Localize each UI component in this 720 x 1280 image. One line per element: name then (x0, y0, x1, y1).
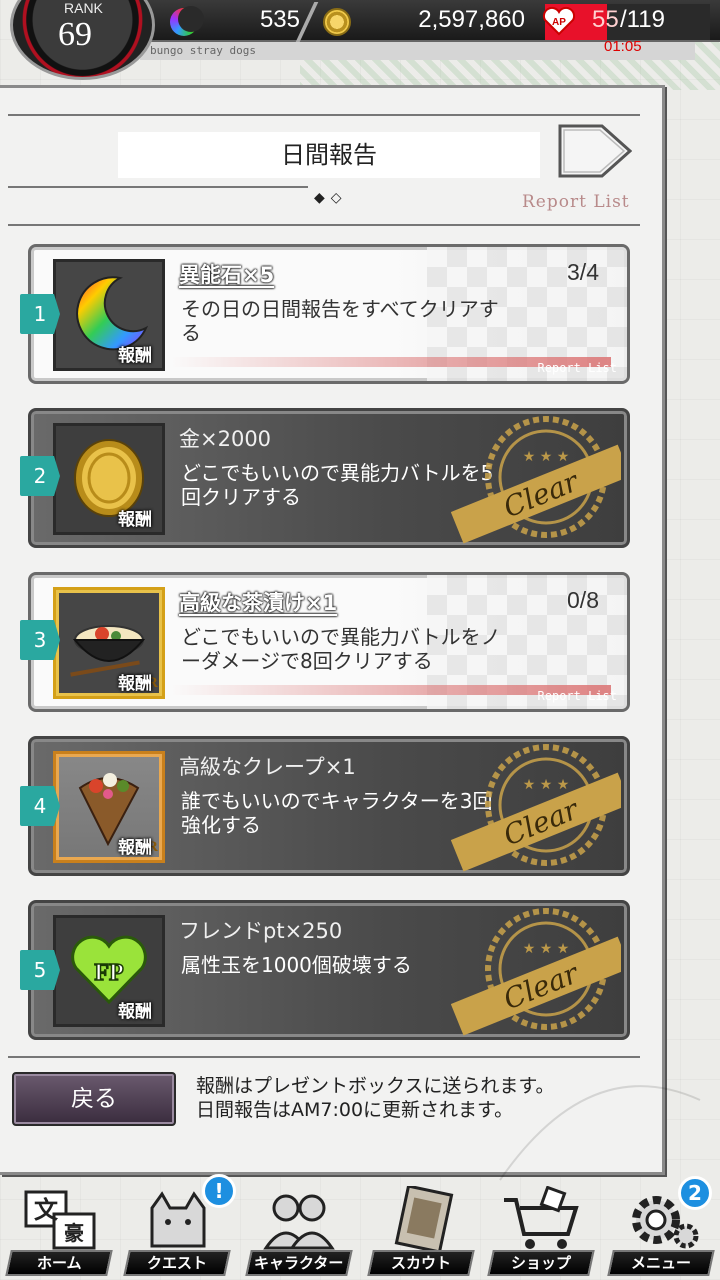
svg-text:豪: 豪 (64, 1221, 84, 1245)
nav-label: ショップ (487, 1250, 595, 1276)
reward-frame: 報酬 (53, 259, 165, 371)
characters-icon (263, 1194, 335, 1250)
card-report-list-label: Report List (537, 361, 617, 375)
nav-label: スカウト (367, 1250, 475, 1276)
reward-label: 報酬 (118, 838, 152, 858)
game-tag: bungo stray dogs (150, 44, 256, 57)
reward-frame: SR 報酬 (53, 587, 165, 699)
nav-scout[interactable]: スカウト (366, 1180, 476, 1280)
svg-text:★ ★ ★: ★ ★ ★ (523, 777, 570, 793)
rank-label: RANK (64, 0, 103, 16)
svg-text:★ ★ ★: ★ ★ ★ (523, 941, 570, 957)
reward-label: 報酬 (118, 674, 152, 694)
mission-card-3[interactable]: SR 報酬 高級な茶漬け×1 0/8 どこでもいいので異能力バトルをノーダメージ… (28, 572, 630, 712)
reward-label: 報酬 (118, 346, 152, 366)
divider (8, 186, 308, 188)
page-indicator: ◆◇ (314, 190, 348, 206)
ap-recovery-timer: 01:05 (604, 38, 642, 55)
mission-number-badge: 2 (20, 456, 60, 496)
nav-label: メニュー (607, 1250, 715, 1276)
mission-number-badge: 3 (20, 620, 60, 660)
bottom-nav: 文 豪 ホーム クエスト ! キャラクター スカウト ショップ メニュー 2 (0, 1174, 720, 1280)
divider (8, 224, 640, 226)
ap-current: 55 (592, 6, 619, 33)
nav-label: キャラクター (245, 1250, 353, 1276)
card-report-list-label: Report List (537, 689, 617, 703)
nav-label: クエスト (123, 1250, 231, 1276)
mission-description: どこでもいいので異能力バトルをノーダメージで8回クリアする (181, 625, 501, 673)
ability-stone-icon (170, 6, 204, 36)
clear-stamp-icon: ★ ★ ★ Clear (451, 416, 621, 544)
nav-label: ホーム (5, 1250, 113, 1276)
reward-frame: 報酬 (53, 423, 165, 535)
mission-card-2[interactable]: 報酬 金×2000 どこでもいいので異能力バトルを5回クリアする ★ ★ ★ C… (28, 408, 630, 548)
page-title: 日間報告 (118, 132, 540, 178)
back-button[interactable]: 戻る (12, 1072, 176, 1126)
nav-characters[interactable]: キャラクター (244, 1180, 354, 1280)
background-watermark (499, 1085, 701, 1181)
reward-name: 高級なクレープ×1 (179, 755, 356, 779)
reward-name: フレンドpt×250 (179, 919, 343, 943)
nav-home[interactable]: 文 豪 ホーム (4, 1180, 114, 1280)
divider (8, 114, 640, 116)
mission-number-badge: 5 (20, 950, 60, 990)
clear-stamp-icon: ★ ★ ★ Clear (451, 744, 621, 872)
menu-count-badge: 2 (678, 1176, 712, 1210)
nav-quest[interactable]: クエスト ! (122, 1174, 236, 1280)
reward-label: 報酬 (118, 510, 152, 530)
mission-number-badge: 4 (20, 786, 60, 826)
reward-name: 異能石×5 (179, 263, 275, 287)
mission-card-1[interactable]: 報酬 異能石×5 3/4 その日の日間報告をすべてクリアする Report Li… (28, 244, 630, 384)
reward-frame: R 報酬 (53, 751, 165, 863)
status-bar: RANK 69 535 2,597,860 AP 55 /119 01:05 b… (0, 0, 720, 80)
ap-max: /119 (620, 6, 665, 33)
mission-card-4[interactable]: R 報酬 高級なクレープ×1 誰でもいいのでキャラクターを3回強化する ★ ★ … (28, 736, 630, 876)
mission-number-badge: 1 (20, 294, 60, 334)
scout-book-icon (394, 1186, 454, 1254)
mission-card-5[interactable]: FP 報酬 フレンドpt×250 属性玉を1000個破壊する ★ ★ ★ Cle… (28, 900, 630, 1040)
mission-description: その日の日間報告をすべてクリアする (181, 297, 499, 345)
reward-name: 金×2000 (179, 427, 272, 451)
reward-name: 高級な茶漬け×1 (179, 591, 338, 615)
nav-shop[interactable]: ショップ (486, 1180, 596, 1280)
shop-cart-icon (504, 1186, 579, 1249)
reward-frame: FP 報酬 (53, 915, 165, 1027)
coin-count: 2,597,860 (418, 6, 525, 33)
home-kanji-icon: 文 豪 (24, 1190, 96, 1250)
next-page-arrow-icon[interactable] (558, 122, 632, 180)
ability-stone-count: 535 (259, 6, 300, 33)
svg-text:FP: FP (94, 960, 123, 986)
ap-heart-icon: AP (542, 6, 576, 36)
mission-progress: 3/4 (567, 259, 599, 285)
svg-text:文: 文 (34, 1196, 59, 1224)
mission-progress: 0/8 (567, 587, 599, 613)
svg-text:★ ★ ★: ★ ★ ★ (523, 449, 570, 465)
quest-alert-badge: ! (202, 1174, 236, 1208)
nav-menu[interactable]: メニュー 2 (606, 1176, 716, 1280)
coin-icon (323, 8, 351, 36)
report-list-link[interactable]: Report List (522, 192, 630, 212)
clear-stamp-icon: ★ ★ ★ Clear (451, 908, 621, 1036)
rank-value: 69 (58, 16, 92, 53)
svg-text:AP: AP (552, 17, 566, 28)
reward-label: 報酬 (118, 1002, 152, 1022)
